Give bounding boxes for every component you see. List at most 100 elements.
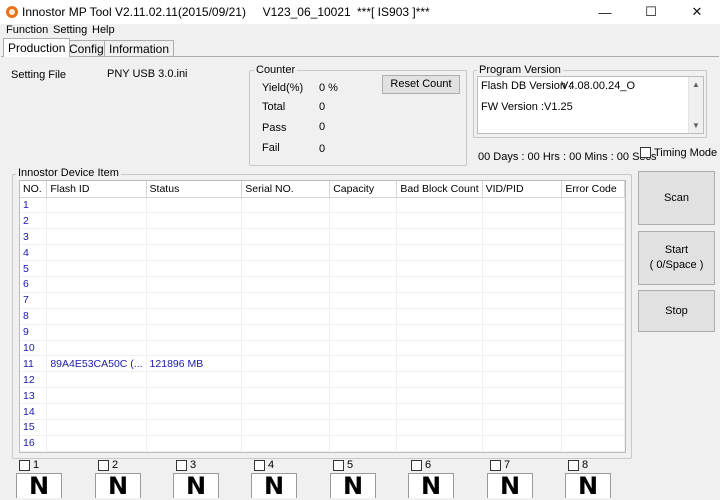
grid-column-header[interactable]: VID/PID [482, 181, 563, 198]
device-grid[interactable]: NO. Flash ID Status Serial NO. Capacity Bad B… [19, 180, 626, 453]
table-row[interactable]: 10 [20, 340, 625, 357]
port-8-status-icon[interactable]: N [565, 473, 611, 498]
table-row[interactable]: 16 [20, 435, 625, 452]
scan-button[interactable]: Scan [638, 171, 715, 225]
grid-column-header[interactable]: Status [146, 181, 243, 198]
table-cell [396, 197, 483, 214]
table-cell [482, 371, 563, 389]
grid-column-header[interactable]: NO. [20, 181, 48, 198]
version-scrollbar[interactable]: ▲ ▼ [688, 77, 703, 133]
table-row[interactable]: 6 [20, 276, 625, 293]
table-cell [482, 324, 563, 341]
port-7-checkbox[interactable] [490, 460, 501, 471]
maximize-button[interactable]: ☐ [628, 0, 674, 24]
scroll-up-icon[interactable]: ▲ [692, 80, 700, 89]
table-row[interactable]: 11 89A4E53CA50C (... 121896 MB [20, 355, 625, 373]
table-cell [241, 228, 331, 246]
start-button[interactable]: Start ( 0/Space ) [638, 231, 715, 285]
port-6-label: 6 [425, 459, 432, 471]
menu-setting[interactable]: Setting [53, 24, 87, 36]
table-cell [241, 403, 331, 420]
table-cell [561, 419, 625, 436]
table-row[interactable]: 7 [20, 292, 625, 309]
yield-label: Yield(%) [262, 82, 304, 94]
table-row[interactable]: 3 [20, 228, 625, 246]
port-status-glyph: N [499, 472, 521, 500]
row-number-cell: 13 [20, 387, 48, 405]
table-cell [241, 371, 331, 389]
port-7-status-icon[interactable]: N [487, 473, 533, 498]
port-1-label: 1 [33, 459, 40, 471]
port-1-checkbox[interactable] [19, 460, 30, 471]
table-cell [241, 212, 331, 230]
table-cell [396, 371, 483, 389]
table-cell [241, 355, 331, 373]
port-5-checkbox[interactable] [333, 460, 344, 471]
table-row[interactable]: 4 [20, 244, 625, 262]
port-2-status-icon[interactable]: N [95, 473, 141, 498]
row-number-cell: 11 [20, 355, 48, 373]
window-title: Innostor MP Tool V2.11.02.11(2015/09/21)… [22, 5, 351, 19]
table-row[interactable]: 5 [20, 260, 625, 277]
table-cell [241, 435, 331, 452]
yield-value: 0 % [319, 82, 338, 94]
table-cell [329, 292, 398, 309]
table-cell [561, 355, 625, 373]
port-8-checkbox[interactable] [568, 460, 579, 471]
grid-column-header[interactable]: Error Code [561, 181, 625, 198]
grid-column-header[interactable]: Bad Block Count [396, 181, 483, 198]
menu-help[interactable]: Help [92, 24, 115, 36]
row-number-cell: 3 [20, 228, 48, 246]
close-button[interactable]: ✕ [674, 0, 720, 24]
row-number-cell: 6 [20, 276, 48, 293]
port-status-glyph: N [342, 472, 364, 500]
table-cell [329, 371, 398, 389]
row-number-cell: 2 [20, 212, 48, 230]
grid-body: 1 2 3 4 5 6 7 8 9 10 11 89A4E53CA50C (... 121896 MB 1… [20, 197, 625, 452]
tab-config[interactable]: Config [64, 40, 109, 56]
port-1-status-icon[interactable]: N [16, 473, 62, 498]
table-cell [482, 387, 563, 405]
port-5-status-icon[interactable]: N [330, 473, 376, 498]
port-4-checkbox[interactable] [254, 460, 265, 471]
menu-function[interactable]: Function [6, 24, 48, 36]
table-cell [329, 228, 398, 246]
table-row[interactable]: 8 [20, 308, 625, 325]
table-cell [396, 324, 483, 341]
port-status-glyph: N [28, 472, 50, 500]
reset-count-button[interactable]: Reset Count [382, 75, 460, 94]
table-row[interactable]: 15 [20, 419, 625, 436]
table-row[interactable]: 9 [20, 324, 625, 341]
grid-column-header[interactable]: Capacity [329, 181, 398, 198]
table-cell [482, 419, 563, 436]
tab-information[interactable]: Information [104, 40, 175, 56]
table-cell [146, 197, 243, 214]
table-row[interactable]: 13 [20, 387, 625, 405]
table-cell [46, 371, 147, 389]
table-cell [561, 324, 625, 341]
port-3-checkbox[interactable] [176, 460, 187, 471]
table-row[interactable]: 1 [20, 197, 625, 214]
timing-mode-checkbox[interactable] [640, 147, 651, 158]
port-6-checkbox[interactable] [411, 460, 422, 471]
port-2-checkbox[interactable] [98, 460, 109, 471]
table-row[interactable]: 2 [20, 212, 625, 230]
table-cell [561, 244, 625, 262]
table-row[interactable]: 12 [20, 371, 625, 389]
table-cell [396, 419, 483, 436]
scroll-down-icon[interactable]: ▼ [692, 121, 700, 130]
table-cell [482, 212, 563, 230]
port-4-status-icon[interactable]: N [251, 473, 297, 498]
port-status-glyph: N [420, 472, 442, 500]
minimize-button[interactable]: — [582, 0, 628, 24]
port-3-status-icon[interactable]: N [173, 473, 219, 498]
grid-column-header[interactable]: Flash ID [46, 181, 147, 198]
port-6-status-icon[interactable]: N [408, 473, 454, 498]
table-cell [46, 197, 147, 214]
table-cell [146, 212, 243, 230]
grid-column-header[interactable]: Serial NO. [241, 181, 331, 198]
tab-production[interactable]: Production [3, 38, 71, 57]
stop-button[interactable]: Stop [638, 290, 715, 332]
table-cell [561, 276, 625, 293]
table-row[interactable]: 14 [20, 403, 625, 420]
